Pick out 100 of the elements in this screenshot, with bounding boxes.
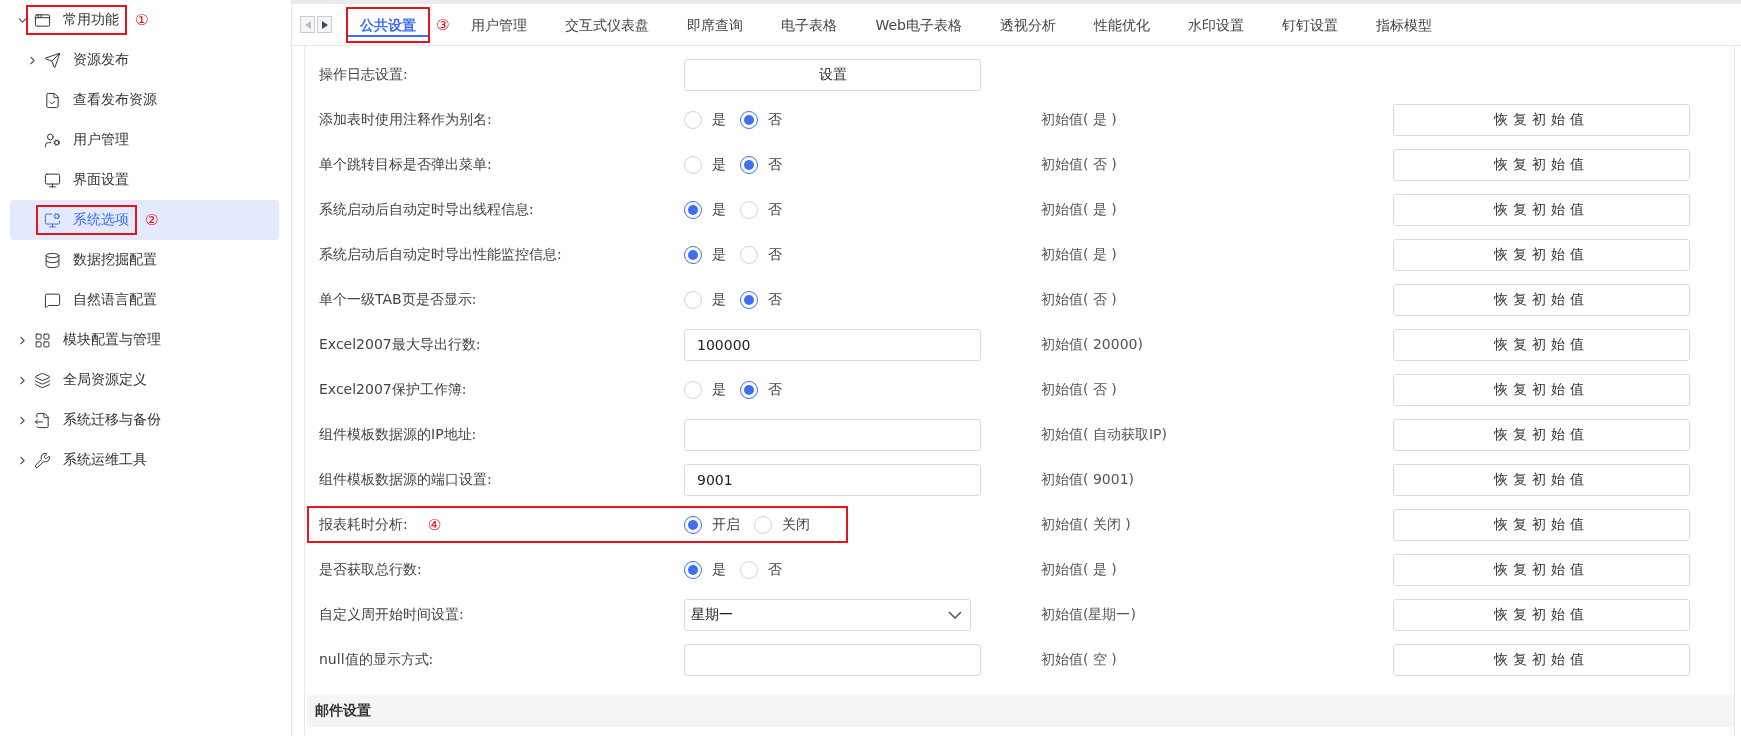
scroll-right-button[interactable]	[317, 16, 332, 33]
setting-label: 单个跳转目标是否弹出菜单:	[319, 155, 492, 174]
radio-option[interactable]: 否	[740, 560, 782, 579]
document-check-icon	[44, 91, 61, 109]
tab[interactable]: 性能优化	[1080, 6, 1164, 43]
radio-option[interactable]: 否	[740, 380, 782, 399]
setting-label: Excel2007保护工作簿:	[319, 380, 467, 399]
restore-default-button[interactable]: 恢复初始值	[1393, 148, 1690, 181]
sidebar-item[interactable]: 用户管理	[10, 120, 279, 160]
monitor-icon	[44, 171, 61, 189]
radio-option[interactable]: 是	[684, 110, 726, 129]
tab[interactable]: 公共设置	[346, 6, 430, 43]
sidebar-item[interactable]: 常用功能 ①	[10, 0, 279, 40]
setting-label: 组件模板数据源的IP地址:	[319, 425, 477, 444]
sidebar-item[interactable]: 系统迁移与备份	[10, 400, 279, 440]
radio-option[interactable]: 是	[684, 200, 726, 219]
radio-icon[interactable]	[684, 515, 702, 534]
tab[interactable]: 电子表格	[767, 6, 852, 43]
wrench-icon	[34, 451, 51, 469]
sidebar-item[interactable]: 全局资源定义	[10, 360, 279, 400]
radio-icon[interactable]	[740, 155, 758, 174]
radio-icon[interactable]	[684, 560, 702, 579]
setting-label: Excel2007最大导出行数:	[319, 335, 481, 354]
radio-option[interactable]: 是	[684, 560, 726, 579]
radio-option[interactable]: 开启	[684, 515, 740, 534]
tab[interactable]: 透视分析	[986, 6, 1070, 43]
setting-label: 组件模板数据源的端口设置:	[319, 470, 492, 489]
sidebar-item[interactable]: 查看发布资源	[10, 80, 279, 120]
setting-label: 添加表时使用注释作为别名:	[319, 110, 492, 129]
restore-default-button[interactable]: 恢复初始值	[1393, 238, 1690, 271]
initial-value: 初始值( 否 )	[1041, 290, 1118, 309]
input-field[interactable]: 9001	[684, 463, 981, 496]
sidebar-item[interactable]: 数据挖掘配置	[10, 240, 279, 280]
restore-default-button[interactable]: 恢复初始值	[1393, 103, 1690, 136]
sidebar-item[interactable]: 系统选项 ②	[10, 200, 279, 240]
initial-value: 初始值( 自动获取IP)	[1041, 425, 1168, 444]
tab[interactable]: 用户管理	[457, 6, 542, 43]
chevron-down-icon	[948, 610, 962, 619]
restore-default-button[interactable]: 恢复初始值	[1393, 193, 1690, 226]
triangle-left-icon	[304, 20, 311, 29]
radio-option[interactable]: 否	[740, 245, 782, 264]
initial-value: 初始值( 是 )	[1041, 110, 1118, 129]
initial-value: 初始值( 否 )	[1041, 155, 1118, 174]
radio-option[interactable]: 关闭	[754, 515, 810, 534]
tab[interactable]: 指标模型	[1362, 6, 1446, 43]
chat-icon	[44, 291, 61, 309]
radio-option[interactable]: 是	[684, 155, 726, 174]
window-icon	[34, 11, 51, 29]
radio-option[interactable]: 否	[740, 290, 782, 309]
setting-label: 操作日志设置:	[319, 65, 408, 84]
tab[interactable]: 水印设置	[1174, 6, 1258, 43]
setting-label: 系统启动后自动定时导出性能监控信息:	[319, 245, 562, 264]
layers-icon	[34, 371, 51, 389]
radio-option[interactable]: 是	[684, 245, 726, 264]
restore-default-button[interactable]: 恢复初始值	[1393, 418, 1690, 451]
initial-value: 初始值( 20000)	[1041, 335, 1144, 354]
document-arrow-icon	[34, 411, 51, 429]
callout-number: ②	[145, 211, 159, 229]
radio-icon[interactable]	[740, 380, 758, 399]
setting-label: 系统启动后自动定时导出线程信息:	[319, 200, 534, 219]
setting-label: 单个一级TAB页是否显示:	[319, 290, 477, 309]
radio-option[interactable]: 否	[740, 155, 782, 174]
restore-default-button[interactable]: 恢复初始值	[1393, 283, 1690, 316]
restore-default-button[interactable]: 恢复初始值	[1393, 553, 1690, 586]
radio-icon[interactable]	[740, 110, 758, 129]
tab[interactable]: Web电子表格	[861, 6, 976, 43]
radio-icon[interactable]	[740, 290, 758, 309]
initial-value: 初始值(星期一)	[1041, 605, 1137, 624]
grid-icon	[34, 331, 51, 349]
tab[interactable]: 即席查询	[673, 6, 758, 43]
database-icon	[44, 251, 61, 269]
restore-default-button[interactable]: 恢复初始值	[1393, 598, 1690, 631]
restore-default-button[interactable]: 恢复初始值	[1393, 463, 1690, 496]
input-field[interactable]	[684, 418, 981, 451]
initial-value: 初始值( 9001)	[1041, 470, 1135, 489]
sidebar-item[interactable]: 自然语言配置	[10, 280, 279, 320]
monitor-gear-icon	[44, 211, 61, 229]
radio-icon[interactable]	[684, 245, 702, 264]
radio-option[interactable]: 是	[684, 290, 726, 309]
tab[interactable]: 钉钉设置	[1268, 6, 1352, 43]
tab[interactable]: 交互式仪表盘	[551, 6, 664, 43]
initial-value: 初始值( 否 )	[1041, 380, 1118, 399]
restore-default-button[interactable]: 恢复初始值	[1393, 508, 1690, 541]
restore-default-button[interactable]: 恢复初始值	[1393, 643, 1690, 676]
sidebar-item[interactable]: 资源发布	[10, 40, 279, 80]
section-header: 邮件设置	[307, 695, 1734, 727]
input-field[interactable]: 100000	[684, 328, 981, 361]
radio-icon[interactable]	[684, 200, 702, 219]
select-field[interactable]: 星期一	[684, 598, 971, 631]
sidebar-item[interactable]: 界面设置	[10, 160, 279, 200]
settings-button[interactable]: 设置	[684, 58, 981, 91]
input-field[interactable]	[684, 643, 981, 676]
radio-option[interactable]: 否	[740, 110, 782, 129]
sidebar-item[interactable]: 系统运维工具	[10, 440, 279, 480]
restore-default-button[interactable]: 恢复初始值	[1393, 373, 1690, 406]
radio-option[interactable]: 否	[740, 200, 782, 219]
sidebar-item[interactable]: 模块配置与管理	[10, 320, 279, 360]
initial-value: 初始值( 是 )	[1041, 560, 1118, 579]
radio-option[interactable]: 是	[684, 380, 726, 399]
restore-default-button[interactable]: 恢复初始值	[1393, 328, 1690, 361]
